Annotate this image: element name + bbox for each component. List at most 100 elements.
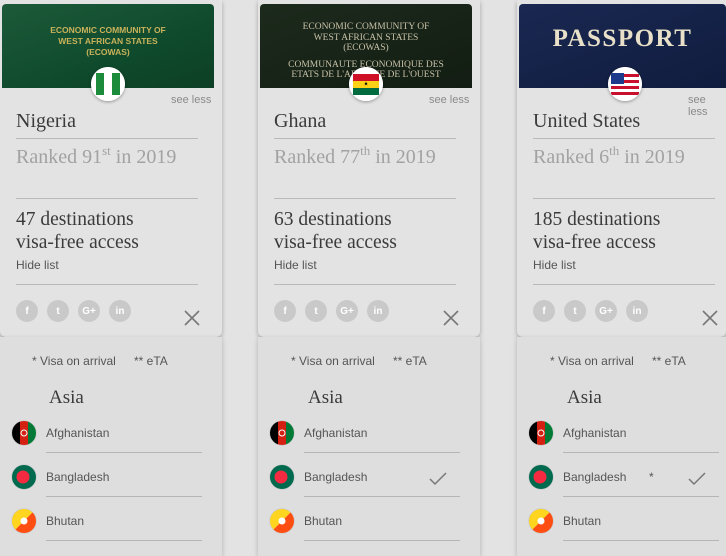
- cover-text: WEST AFRICAN STATES: [58, 36, 158, 46]
- visa-free-label: visa-free access: [274, 232, 397, 253]
- bangladesh-flag-icon: [12, 465, 36, 489]
- see-less-link[interactable]: see less: [171, 94, 211, 106]
- destinations-summary: 47 destinations visa-free access: [16, 208, 139, 254]
- divider: [16, 198, 198, 199]
- list-item[interactable]: Bhutan: [529, 509, 719, 553]
- passport-column-ghana: ECONOMIC COMMUNITY OF WEST AFRICAN STATE…: [258, 0, 480, 556]
- region-heading: Asia: [308, 387, 343, 408]
- country-label: Bangladesh: [304, 470, 368, 484]
- rank-ordinal: th: [609, 143, 620, 158]
- afghanistan-flag-icon: [529, 421, 553, 445]
- rank-year: in 2019: [370, 146, 436, 168]
- legend: * Visa on arrival ** eTA: [291, 354, 427, 368]
- rank-text: Ranked 91st in 2019: [16, 143, 176, 169]
- hide-list-link[interactable]: Hide list: [16, 258, 59, 272]
- destinations-count: 47 destinations: [16, 209, 134, 230]
- facebook-icon[interactable]: f: [274, 300, 296, 322]
- legend-visa-on-arrival: * Visa on arrival: [550, 354, 634, 368]
- close-icon[interactable]: [701, 309, 719, 327]
- twitter-icon[interactable]: t: [564, 300, 586, 322]
- nigeria-flag-icon: [91, 67, 125, 101]
- united-states-flag-icon: [608, 67, 642, 101]
- country-label: Afghanistan: [46, 426, 110, 440]
- passport-card: ECONOMIC COMMUNITY OF WEST AFRICAN STATE…: [0, 0, 222, 337]
- list-item[interactable]: Afghanistan: [12, 421, 202, 465]
- close-icon[interactable]: [442, 309, 460, 327]
- social-share-bar: f t G+ in: [533, 300, 648, 322]
- country-name: Ghana: [274, 110, 327, 132]
- see-less-link[interactable]: see less: [688, 94, 726, 118]
- legend-eta: ** eTA: [393, 354, 427, 368]
- divider: [563, 540, 719, 541]
- country-label: Afghanistan: [563, 426, 627, 440]
- list-item[interactable]: Afghanistan: [270, 421, 460, 465]
- passport-card: PASSPORT see less United States Ranked 6…: [517, 0, 726, 337]
- destinations-summary: 63 destinations visa-free access: [274, 208, 397, 254]
- visa-free-list: * Visa on arrival ** eTA Asia Afghanistan…: [517, 337, 726, 556]
- linkedin-icon[interactable]: in: [109, 300, 131, 322]
- divider: [533, 198, 715, 199]
- list-item[interactable]: Bhutan: [12, 509, 202, 553]
- bhutan-flag-icon: [529, 509, 553, 533]
- check-icon: [688, 472, 706, 486]
- cover-text: PASSPORT: [552, 25, 693, 52]
- divider: [274, 138, 456, 139]
- divider: [274, 284, 456, 285]
- close-icon[interactable]: [183, 309, 201, 327]
- bangladesh-flag-icon: [529, 465, 553, 489]
- rank-number: Ranked 91: [16, 146, 103, 168]
- divider: [304, 452, 460, 453]
- list-item[interactable]: Bangladesh: [12, 465, 202, 509]
- facebook-icon[interactable]: f: [16, 300, 38, 322]
- divider: [46, 540, 202, 541]
- hide-list-link[interactable]: Hide list: [274, 258, 317, 272]
- legend-eta: ** eTA: [652, 354, 686, 368]
- divider: [533, 284, 715, 285]
- region-heading: Asia: [567, 387, 602, 408]
- social-share-bar: f t G+ in: [274, 300, 389, 322]
- divider: [563, 452, 719, 453]
- divider: [46, 496, 202, 497]
- passport-column-nigeria: ECONOMIC COMMUNITY OF WEST AFRICAN STATE…: [0, 0, 222, 556]
- legend-visa-on-arrival: * Visa on arrival: [291, 354, 375, 368]
- list-item[interactable]: Bhutan: [270, 509, 460, 553]
- cover-text: (ECOWAS): [343, 43, 389, 53]
- list-item[interactable]: Afghanistan: [529, 421, 719, 465]
- cover-text: WEST AFRICAN STATES: [313, 32, 419, 43]
- region-heading: Asia: [49, 387, 84, 408]
- cover-text: ECONOMIC COMMUNITY OF: [50, 25, 166, 35]
- bhutan-flag-icon: [12, 509, 36, 533]
- linkedin-icon[interactable]: in: [367, 300, 389, 322]
- divider: [16, 138, 198, 139]
- divider: [563, 496, 719, 497]
- passport-card: ECONOMIC COMMUNITY OF WEST AFRICAN STATE…: [258, 0, 480, 337]
- divider: [304, 540, 460, 541]
- country-label: Bangladesh: [46, 470, 110, 484]
- passport-column-united-states: PASSPORT see less United States Ranked 6…: [517, 0, 726, 556]
- legend: * Visa on arrival ** eTA: [32, 354, 168, 368]
- divider: [533, 138, 715, 139]
- divider: [274, 198, 456, 199]
- rank-year: in 2019: [619, 146, 685, 168]
- linkedin-icon[interactable]: in: [626, 300, 648, 322]
- rank-number: Ranked 6: [533, 146, 610, 168]
- twitter-icon[interactable]: t: [305, 300, 327, 322]
- country-name: Nigeria: [16, 110, 76, 132]
- hide-list-link[interactable]: Hide list: [533, 258, 576, 272]
- list-item[interactable]: Bangladesh: [270, 465, 460, 509]
- facebook-icon[interactable]: f: [533, 300, 555, 322]
- rank-number: Ranked 77: [274, 146, 361, 168]
- google-plus-icon[interactable]: G+: [595, 300, 617, 322]
- rank-ordinal: st: [102, 143, 111, 158]
- google-plus-icon[interactable]: G+: [336, 300, 358, 322]
- visa-free-label: visa-free access: [533, 232, 656, 253]
- afghanistan-flag-icon: [12, 421, 36, 445]
- twitter-icon[interactable]: t: [47, 300, 69, 322]
- country-label: Bhutan: [46, 514, 85, 528]
- google-plus-icon[interactable]: G+: [78, 300, 100, 322]
- rank-text: Ranked 77th in 2019: [274, 144, 436, 169]
- see-less-link[interactable]: see less: [429, 94, 469, 106]
- visa-on-arrival-marker: *: [649, 470, 654, 484]
- list-item[interactable]: Bangladesh *: [529, 465, 719, 509]
- legend-eta: ** eTA: [134, 354, 168, 368]
